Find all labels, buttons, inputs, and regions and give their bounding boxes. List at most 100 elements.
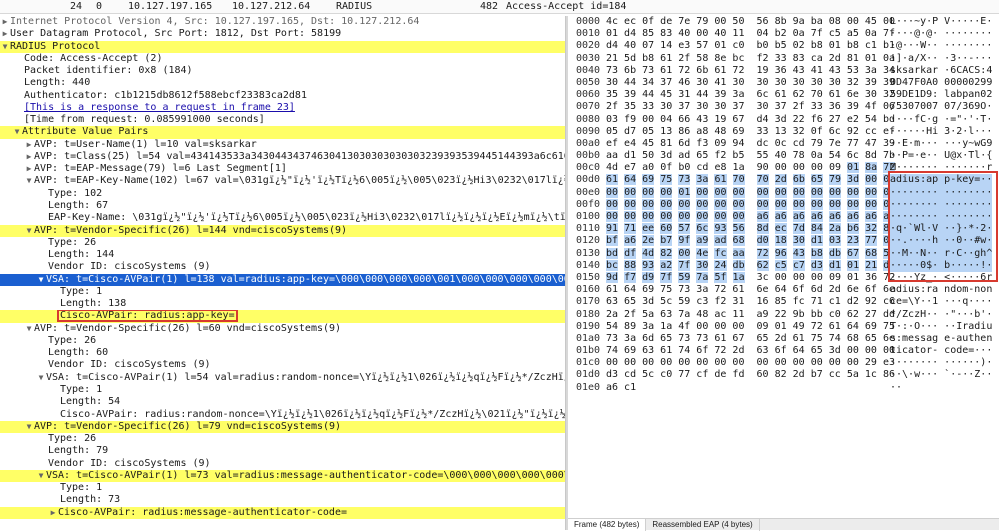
ascii-text[interactable]: ticator- code=··· [890,345,992,357]
tree-row-vs1-length[interactable]: Length: 144 [0,249,565,261]
tree-row-vsa1-length[interactable]: Length: 138 [0,298,565,310]
hex-row[interactable]: 0190 54 89 3a 1a 4f 00 00 00 09 01 49 72 … [568,321,999,333]
ascii-text[interactable]: ·· [890,382,902,394]
hex-bytes[interactable]: 73 3a 6d 65 73 73 61 67 65 2d 61 75 74 6… [606,333,895,345]
hex-bytes[interactable]: ef e4 45 81 6d f3 09 94 dc 0c cd 79 7e 7… [606,138,895,150]
tree-row-avp-user-name[interactable]: ▶ AVP: t=User-Name(1) l=10 val=sksarkar [0,139,565,151]
hex-bytes[interactable]: d4 40 07 14 e3 57 01 c0 b0 b5 02 b8 01 b… [606,40,895,52]
hex-bytes[interactable]: 30 44 34 37 46 30 41 30 30 30 30 30 30 3… [606,77,895,89]
tree-row-vsa1-type[interactable]: Type: 1 [0,286,565,298]
ascii-text[interactable]: ····Yz_· <·····6r [890,272,992,284]
packet-list-selected-row[interactable]: 24 0 10.127.197.165 10.127.212.64 RADIUS… [0,0,999,14]
ascii-text[interactable]: L···~y·P V·····E· [890,16,992,28]
ascii-text[interactable]: ········ ········ [890,186,993,199]
ascii-text[interactable]: ········ ······)· [890,357,992,369]
tree-row-vsa-random-nonce[interactable]: ▼ VSA: t=Cisco-AVPair(1) l=54 val=radius:… [0,372,565,384]
hex-bytes[interactable]: 00 00 00 00 00 00 00 00 a6 a6 a6 a6 a6 a… [606,211,896,223]
hex-bytes[interactable]: 03 f9 00 04 66 43 19 67 d4 3d 22 f6 27 e… [606,114,895,126]
tree-row-udp[interactable]: ▶ User Datagram Protocol, Src Port: 1812,… [0,28,565,40]
hex-bytes[interactable]: 61 64 69 75 73 3a 72 61 6e 64 6f 6d 2d 6… [606,284,895,296]
tree-row-vendor-specific-3[interactable]: ▼ AVP: t=Vendor-Specific(26) l=79 vnd=cis… [0,420,565,434]
tree-row-eap-key-type[interactable]: Type: 102 [0,188,565,200]
chevron-down-icon[interactable]: ▼ [24,421,34,433]
tree-row-vsa2-cisco-avpair[interactable]: Cisco-AVPair: radius:random-nonce=\Yï¿½ï… [0,409,565,421]
ascii-text[interactable]: ········ ········ [890,198,993,212]
tree-row-time[interactable]: [Time from request: 0.085991000 seconds] [0,114,565,126]
hex-row[interactable]: 0170 63 65 3d 5c 59 c3 f2 31 16 85 fc 71 … [568,296,999,308]
hex-row[interactable]: 0110 91 71 ee 60 57 6c 93 56 8d ec 7d 84 … [568,223,999,236]
chevron-right-icon[interactable]: ▶ [24,151,34,163]
hex-bytes[interactable]: 91 71 ee 60 57 6c 93 56 8d ec 7d 84 2a b… [606,223,896,235]
tree-row-attribute-value-pairs[interactable]: ▼ Attribute Value Pairs [0,126,565,139]
hex-bytes[interactable]: 9d f7 d9 7f 59 7a 5f 1a 3c 00 00 00 09 0… [606,271,895,284]
hex-row[interactable]: 0060 35 39 44 45 31 44 39 3a 6c 61 62 70 … [568,89,999,101]
hex-bytes[interactable]: 54 89 3a 1a 4f 00 00 00 09 01 49 72 61 6… [606,321,895,333]
tree-row-vsa1-cisco-avpair[interactable]: Cisco-AVPair: radius:app-key= [0,310,565,323]
ascii-text[interactable]: ··P=·e·· U@x·Tl·{ [890,150,992,162]
hex-bytes[interactable]: aa d1 50 3d ad 65 f2 b5 55 40 78 0a 54 6… [606,150,895,162]
tree-row-avp-class[interactable]: ▶ AVP: t=Class(25) l=54 val=434143533a343… [0,151,565,163]
hex-row[interactable]: 0080 03 f9 00 04 66 43 19 67 d4 3d 22 f6 … [568,114,999,126]
tree-row-vs1-type[interactable]: Type: 26 [0,237,565,249]
ascii-text[interactable]: ·q·`Wl·V ··}·*·2· [890,223,993,236]
ascii-text[interactable]: 59DE1D9: labpan02 [890,89,992,101]
hex-row[interactable]: 0140 bc 88 93 a2 7f 30 24 db 62 c5 c7 d3 … [568,259,999,272]
hex-row[interactable]: 0100 00 00 00 00 00 00 00 00 a6 a6 a6 a6 … [568,211,999,224]
hex-bytes[interactable]: 61 64 69 75 73 3a 61 70 70 2d 6b 65 79 3… [606,174,896,186]
ascii-text[interactable]: s:messag e-authen [890,333,992,345]
chevron-down-icon[interactable]: ▼ [24,323,34,335]
hex-bytes[interactable]: bf a6 2e b7 9f a9 ad 68 d0 18 30 d1 03 2… [606,235,896,247]
ascii-text[interactable]: */ZczH·· ·"···b'· [890,309,992,321]
ascii-text[interactable]: ········ ········ [890,211,993,224]
hex-row[interactable]: 0020 d4 40 07 14 e3 57 01 c0 b0 b5 02 b8 … [568,40,999,52]
tree-row-identifier[interactable]: Packet identifier: 0x8 (184) [0,65,565,77]
ascii-text[interactable]: T·:·O··· ··Iradiu [890,321,992,333]
ascii-text[interactable]: ·····0$· b·····!· [890,259,993,272]
ascii-text[interactable]: sksarkar ·6CACS:4 [890,65,992,77]
tree-row-vendor-specific-2[interactable]: ▼ AVP: t=Vendor-Specific(26) l=60 vnd=cis… [0,323,565,335]
ascii-text[interactable]: M······· ·······r [890,162,992,174]
tree-row-authenticator[interactable]: Authenticator: c1b1215db8612f588ebcf2338… [0,90,565,102]
ascii-text[interactable]: ····@·@· ········ [890,28,992,40]
hex-row[interactable]: 0050 30 44 34 37 46 30 41 30 30 30 30 30 … [568,77,999,89]
hex-bytes[interactable]: d3 cd 5c c0 77 cf de fd 60 82 2d b7 cc 5… [606,369,895,381]
hex-bytes[interactable]: 4c ec 0f de 7e 79 00 50 56 8b 9a ba 08 0… [606,16,895,28]
tree-row-length[interactable]: Length: 440 [0,77,565,89]
hex-row[interactable]: 0070 2f 35 33 30 37 30 30 37 30 37 2f 33 … [568,101,999,113]
tree-row-vsa-app-key[interactable]: ▼ VSA: t=Cisco-AVPair(1) l=138 val=radius… [0,273,565,286]
tree-row-vs3-type[interactable]: Type: 26 [0,433,565,445]
hex-bytes[interactable]: 00 00 00 00 01 00 00 00 00 00 00 00 00 0… [606,186,896,199]
hex-bytes[interactable]: 05 d7 05 13 86 a8 48 69 33 13 32 0f 6c 9… [606,126,895,138]
ascii-text[interactable]: ·@···W·· ········ [890,40,992,52]
hex-row[interactable]: 0000 4c ec 0f de 7e 79 00 50 56 8b 9a ba … [568,16,999,28]
tree-row-eap-key-name-value[interactable]: EAP-Key-Name: \031gï¿½"ï¿½'ï¿½Tï¿½6\005ï… [0,212,565,224]
chevron-down-icon[interactable]: ▼ [36,274,46,286]
hex-row[interactable]: 0160 61 64 69 75 73 3a 72 61 6e 64 6f 6d … [568,284,999,296]
ascii-text[interactable]: ····fC·g ·="·'·T· [890,114,992,126]
hex-bytes[interactable]: 00 00 00 00 00 00 00 00 00 00 00 00 00 0… [606,198,896,211]
chevron-down-icon[interactable]: ▼ [36,372,46,384]
hex-row[interactable]: 0150 9d f7 d9 7f 59 7a 5f 1a 3c 00 00 00 … [568,271,999,284]
hex-bytes[interactable]: 4d e7 a0 0f b0 cd e8 1a 90 00 00 00 09 0… [606,162,896,174]
response-frame-link[interactable]: [This is a response to a request in fram… [24,102,295,113]
tree-row-vs2-type[interactable]: Type: 26 [0,335,565,347]
tree-row-response-link[interactable]: [This is a response to a request in fram… [0,102,565,114]
chevron-down-icon[interactable]: ▼ [24,225,34,237]
tree-row-vs2-vendor-id[interactable]: Vendor ID: ciscoSystems (9) [0,359,565,371]
tree-row-vs2-length[interactable]: Length: 60 [0,347,565,359]
chevron-down-icon[interactable]: ▼ [36,470,46,482]
tree-row-vsa2-length[interactable]: Length: 54 [0,396,565,408]
hex-row[interactable]: 0120 bf a6 2e b7 9f a9 ad 68 d0 18 30 d1 … [568,235,999,248]
hex-row[interactable]: 00f0 00 00 00 00 00 00 00 00 00 00 00 00 … [568,198,999,212]
hex-row[interactable]: 01e0 a6 c1 ·· [568,382,999,394]
hex-row[interactable]: 0090 05 d7 05 13 86 a8 48 69 33 13 32 0f … [568,126,999,138]
hex-bytes[interactable]: bd df 4d 82 00 4e fc aa 72 96 43 b8 db 6… [606,247,896,260]
hex-row[interactable]: 00c0 4d e7 a0 0f b0 cd e8 1a 90 00 00 00 … [568,162,999,174]
chevron-right-icon[interactable]: ▶ [24,139,34,151]
tree-row-vsa3-length[interactable]: Length: 73 [0,494,565,506]
hex-bytes[interactable]: a6 c1 [606,382,636,394]
tree-row-vsa3-type[interactable]: Type: 1 [0,482,565,494]
hex-bytes[interactable]: 74 69 63 61 74 6f 72 2d 63 6f 64 65 3d 0… [606,345,895,357]
tree-row-vsa2-type[interactable]: Type: 1 [0,384,565,396]
ascii-text[interactable]: adius:ap p-key=·· [890,174,993,187]
